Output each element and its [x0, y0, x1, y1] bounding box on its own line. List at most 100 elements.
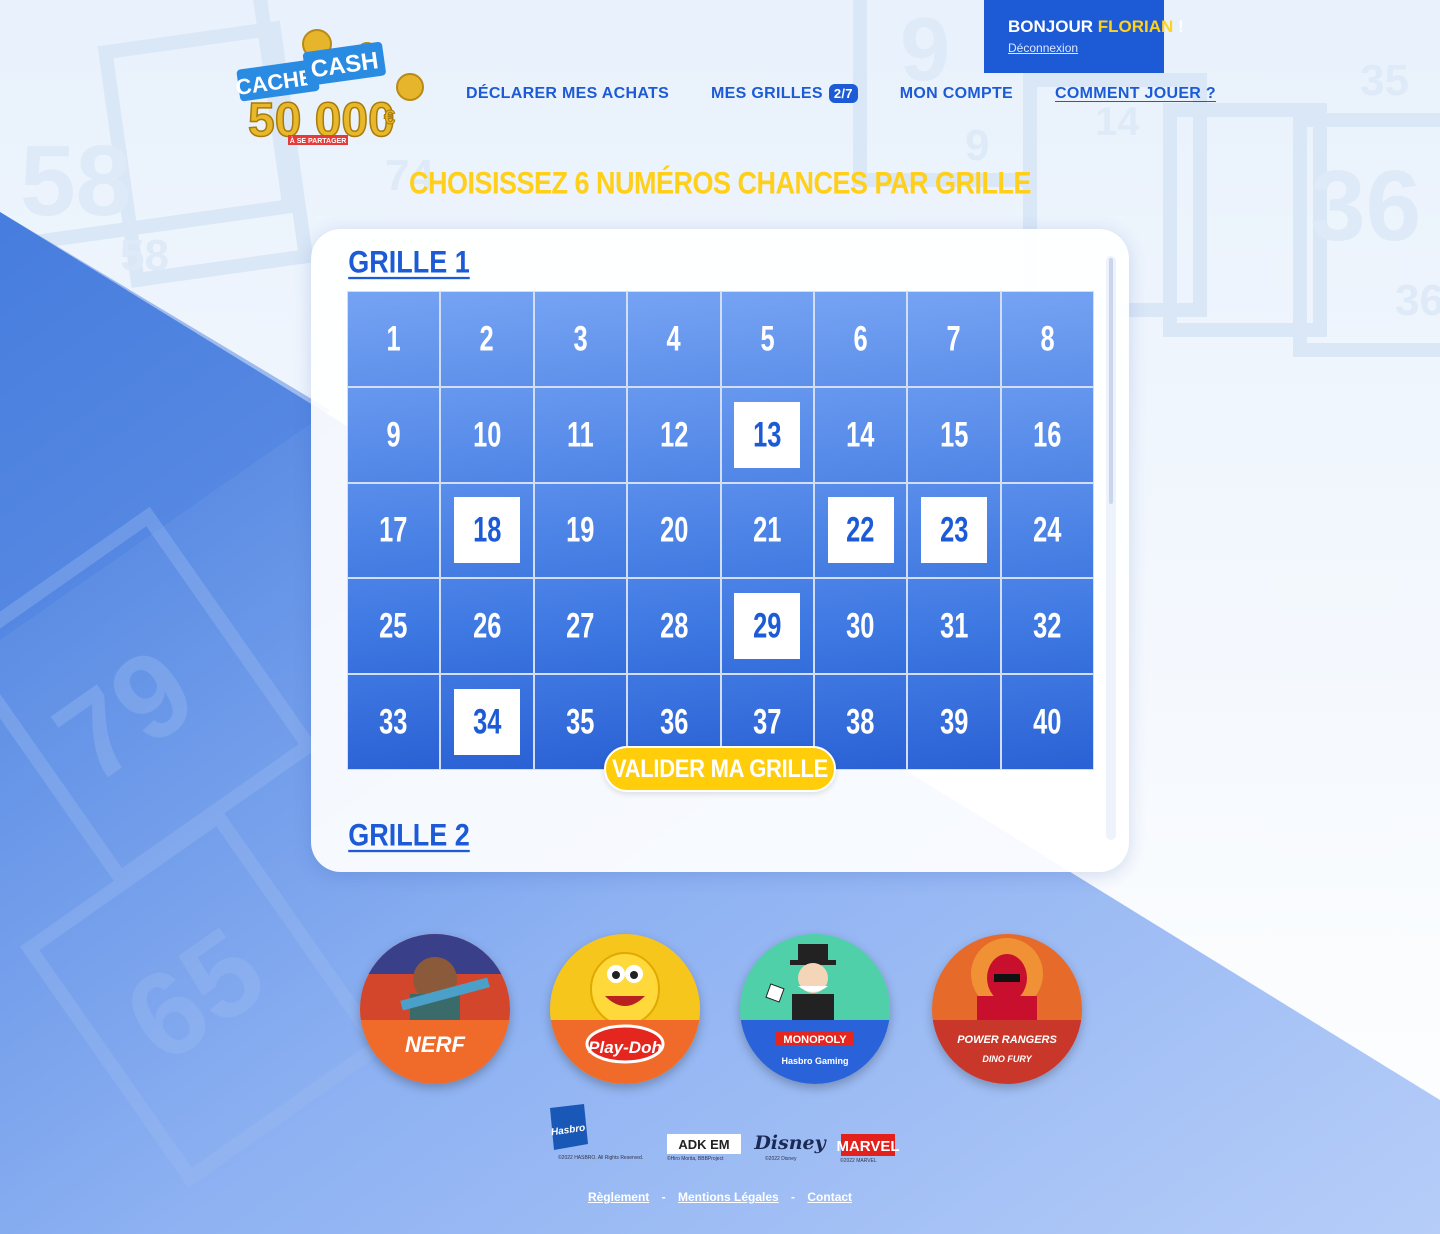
number-grid: 1 2 3 4 5 6 7 8 9 10 11 12 13 14 15 16 17 18 19 20 21 22 23 24 2… — [346, 291, 1095, 770]
grid-number-cell[interactable]: 4 — [627, 291, 721, 387]
nav-declare-label: DÉCLARER MES ACHATS — [466, 84, 670, 102]
grid-number-cell[interactable]: 6 — [813, 291, 908, 387]
number-label: 39 — [939, 701, 969, 742]
grid-2-title[interactable]: GRILLE 2 — [0, 818, 818, 854]
grid-number-cell[interactable]: 40 — [1000, 674, 1095, 770]
brand-monopoly[interactable]: MONOPOLY Hasbro Gaming — [740, 934, 890, 1084]
footer-separator: - — [661, 1190, 666, 1204]
greeting-prefix: BONJOUR — [1008, 17, 1094, 36]
grid-number-cell[interactable]: 19 — [533, 482, 628, 579]
marvel-caption: ©2022 MARVEL — [840, 1158, 877, 1164]
grid-number-cell[interactable]: 8 — [1000, 291, 1095, 387]
adkem-caption: ©Hiro Morita, BBBProject — [667, 1156, 724, 1162]
selected-number-label: 29 — [753, 605, 782, 646]
grid-number-cell[interactable]: 24 — [1000, 482, 1095, 579]
grid-number-cell[interactable]: 15 — [907, 386, 1001, 483]
greeting-text: BONJOUR FLORIAN ! — [1008, 17, 1184, 37]
grid-number-cell[interactable]: 21 — [720, 482, 814, 579]
disney-caption: ©2022 Disney — [765, 1156, 797, 1162]
nav-grids-label: MES GRILLES — [711, 84, 823, 102]
grid-number-cell[interactable]: 13 — [720, 386, 814, 483]
partner-logos: Hasbro ADK EM Disney MARVEL ©2022 HASBRO… — [546, 1104, 906, 1166]
selected-number-label: 18 — [472, 509, 502, 551]
selected-number-marker: 29 — [734, 593, 801, 660]
number-label: 8 — [1040, 318, 1055, 359]
grid-number-cell[interactable]: 34 — [440, 674, 534, 770]
hasbro-caption: ©2022 HASBRO. All Rights Reserved. — [558, 1155, 644, 1161]
grids-count-badge: 2/7 — [828, 84, 858, 103]
grid-number-cell[interactable]: 30 — [813, 578, 908, 675]
grid-number-cell[interactable]: 3 — [533, 291, 628, 387]
grid-number-cell[interactable]: 39 — [907, 674, 1001, 770]
brand-nerf[interactable]: NERF — [360, 934, 510, 1084]
logout-link[interactable]: Déconnexion — [1008, 41, 1164, 55]
grid-number-cell[interactable]: 17 — [346, 482, 441, 579]
number-label: 14 — [846, 413, 875, 455]
footer-legal-link[interactable]: Mentions Légales — [678, 1190, 779, 1204]
number-label: 35 — [566, 701, 595, 742]
grid-number-cell[interactable]: 1 — [346, 291, 441, 387]
grid-number-cell[interactable]: 2 — [440, 291, 534, 387]
nav-my-account[interactable]: MON COMPTE — [900, 85, 1013, 103]
number-label: 36 — [659, 701, 688, 742]
grid-number-cell[interactable]: 31 — [907, 578, 1001, 675]
greeting-suffix: ! — [1178, 17, 1184, 36]
grid-number-cell[interactable]: 20 — [627, 482, 721, 579]
nav-my-grids[interactable]: MES GRILLES 2/7 — [711, 84, 858, 103]
site-header: CACHE- CASH 50 000 € À SE PARTAGER DÉCLA… — [0, 0, 1440, 160]
grid-number-cell[interactable]: 18 — [440, 482, 534, 579]
validate-grid-button[interactable]: VALIDER MA GRILLE — [604, 746, 836, 792]
brand-power-rangers-sub: DINO FURY — [982, 1054, 1032, 1064]
number-label: 19 — [566, 509, 595, 551]
brand-power-rangers[interactable]: POWER RANGERS DINO FURY — [932, 934, 1082, 1084]
grid-number-cell[interactable]: 33 — [346, 674, 441, 770]
grid-number-cell[interactable]: 9 — [346, 386, 441, 483]
disney-logo-text: Disney — [753, 1132, 827, 1154]
grid-number-cell[interactable]: 11 — [533, 386, 628, 483]
footer-rules-link[interactable]: Règlement — [588, 1190, 649, 1204]
playdoh-artwork — [550, 934, 700, 1084]
grid-number-cell[interactable]: 23 — [907, 482, 1001, 579]
number-label: 9 — [386, 413, 401, 455]
number-label: 3 — [573, 318, 588, 359]
selected-number-marker: 13 — [734, 401, 801, 468]
page-headline: CHOISISSEZ 6 NUMÉROS CHANCES PAR GRILLE — [408, 165, 1032, 201]
grid-1-title[interactable]: GRILLE 1 — [0, 245, 818, 281]
grid-number-cell[interactable]: 16 — [1000, 386, 1095, 483]
number-label: 25 — [379, 605, 408, 646]
logo-currency: € — [384, 107, 395, 129]
grid-number-cell[interactable]: 5 — [720, 291, 814, 387]
number-label: 10 — [472, 413, 502, 455]
grid-number-cell[interactable]: 25 — [346, 578, 441, 675]
grid-number-cell[interactable]: 32 — [1000, 578, 1095, 675]
selected-number-marker: 22 — [827, 497, 894, 564]
number-label: 30 — [846, 605, 875, 646]
number-label: 32 — [1033, 605, 1062, 646]
number-label: 24 — [1033, 509, 1062, 551]
number-label: 7 — [946, 318, 962, 359]
grid-number-cell[interactable]: 27 — [533, 578, 628, 675]
number-label: 11 — [566, 413, 594, 455]
nerf-artwork — [360, 934, 510, 1084]
footer-contact-link[interactable]: Contact — [807, 1190, 852, 1204]
nav-declare-purchases[interactable]: DÉCLARER MES ACHATS — [466, 85, 669, 103]
number-label: 4 — [666, 318, 681, 359]
grid-number-cell[interactable]: 26 — [440, 578, 534, 675]
number-label: 38 — [846, 701, 875, 742]
nav-how-to-play[interactable]: COMMENT JOUER ? — [1055, 85, 1216, 103]
grid-number-cell[interactable]: 12 — [627, 386, 721, 483]
cache-cash-logo[interactable]: CACHE- CASH 50 000 € À SE PARTAGER — [234, 24, 429, 150]
number-label: 40 — [1033, 701, 1062, 742]
selected-number-marker: 18 — [454, 497, 521, 564]
grid-number-cell[interactable]: 28 — [627, 578, 721, 675]
grid-number-cell[interactable]: 22 — [813, 482, 908, 579]
grids-scrollbar-thumb[interactable] — [1109, 258, 1113, 504]
grid-number-cell[interactable]: 7 — [907, 291, 1001, 387]
grid-number-cell[interactable]: 29 — [720, 578, 814, 675]
svg-text:36: 36 — [1395, 276, 1440, 325]
brand-playdoh[interactable]: Play-Doh — [550, 934, 700, 1084]
selected-number-label: 23 — [939, 509, 969, 551]
number-label: 16 — [1033, 413, 1062, 455]
grid-number-cell[interactable]: 10 — [440, 386, 534, 483]
grid-number-cell[interactable]: 14 — [813, 386, 908, 483]
